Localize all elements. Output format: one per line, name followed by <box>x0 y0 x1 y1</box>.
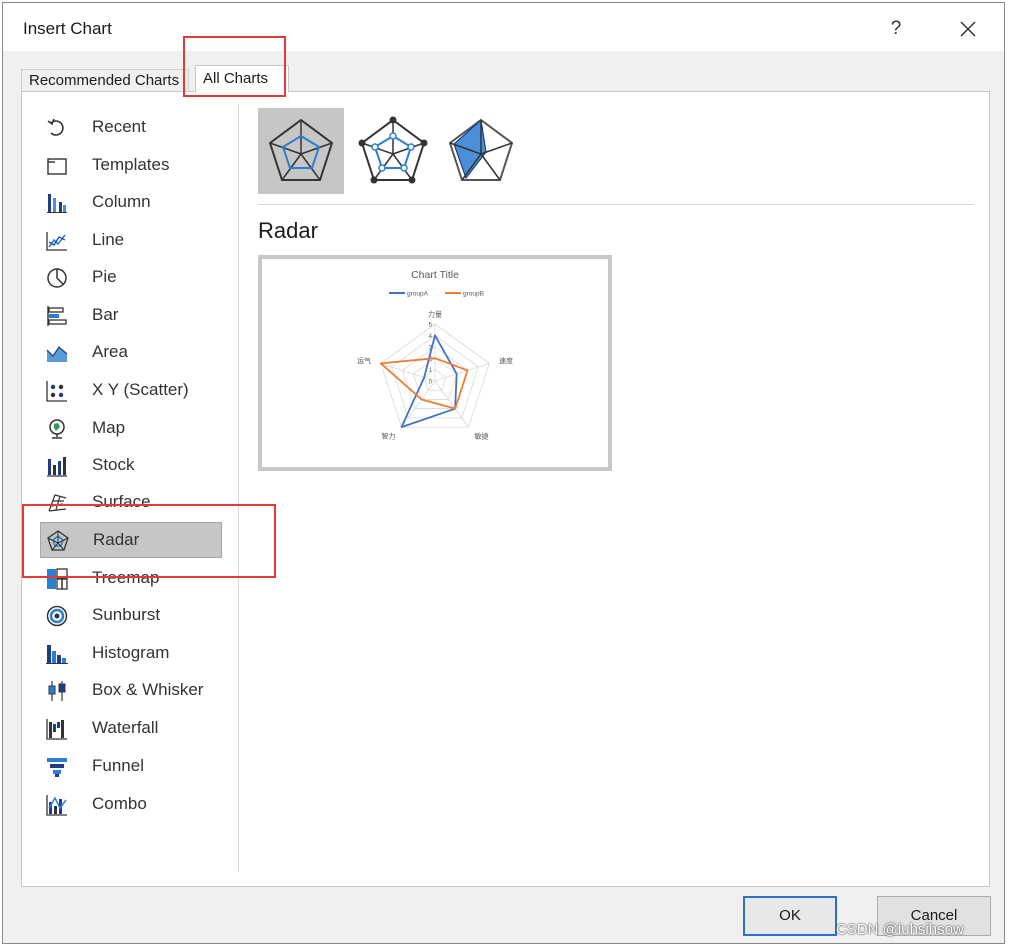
sidebar-item-label: Stock <box>92 455 135 474</box>
sidebar-item-label: Surface <box>92 492 151 511</box>
sidebar-item-bar[interactable]: Bar <box>40 298 220 332</box>
sidebar-item-recent[interactable]: Recent <box>40 110 220 144</box>
sidebar-item-label: Line <box>92 230 125 249</box>
column-chart-icon <box>47 194 67 213</box>
radar-grid <box>380 323 490 428</box>
sidebar-item-stock[interactable]: Stock <box>40 448 220 482</box>
sidebar-item-label: Pie <box>92 267 117 286</box>
close-button[interactable] <box>953 14 983 44</box>
sidebar-item-label: Histogram <box>92 643 170 662</box>
sunburst-chart-icon <box>46 605 68 627</box>
radar-chart-icon <box>47 530 69 551</box>
sidebar-item-label: Templates <box>92 155 170 174</box>
insert-chart-dialog: Insert Chart ? Recommended Charts All Ch… <box>2 2 1005 944</box>
legend-label: groupB <box>463 291 484 298</box>
sidebar-item-label: Column <box>92 192 151 211</box>
waterfall-chart-icon <box>46 719 67 740</box>
sidebar-item-funnel[interactable]: Funnel <box>40 749 220 783</box>
sidebar-item-label: Treemap <box>92 568 160 587</box>
funnel-chart-icon <box>47 758 67 777</box>
category-label: 速度 <box>499 356 513 365</box>
tab-all-charts[interactable]: All Charts <box>195 65 289 93</box>
sidebar-item-templates[interactable]: Templates <box>40 148 220 182</box>
stock-chart-icon <box>47 457 67 477</box>
tab-recommended-charts[interactable]: Recommended Charts <box>21 69 189 92</box>
sidebar-item-radar[interactable]: Radar <box>40 522 222 558</box>
chart-preview[interactable]: Chart Title groupA groupB 012345 力量 速度 敏捷 智力… <box>258 255 612 471</box>
tick-label: 1 <box>429 368 433 374</box>
subtype-radar-with-markers[interactable] <box>350 108 436 194</box>
sidebar-item-label: Box & Whisker <box>92 680 204 699</box>
gallery-divider <box>258 204 974 205</box>
category-label: 力量 <box>428 310 442 319</box>
sidebar-item-box-whisker[interactable]: Box & Whisker <box>40 673 220 707</box>
histogram-chart-icon <box>46 645 68 664</box>
sidebar-item-label: X Y (Scatter) <box>92 380 189 399</box>
title-bar: Insert Chart ? <box>3 3 1004 51</box>
combo-chart-icon <box>46 795 67 816</box>
tick-label: 5 <box>429 323 433 329</box>
dialog-title: Insert Chart <box>23 19 112 38</box>
templates-icon <box>47 158 67 175</box>
radar-icon <box>268 118 334 181</box>
map-chart-icon <box>49 419 65 439</box>
radar-with-markers-icon <box>358 116 428 184</box>
chart-legend: groupA groupB <box>389 291 484 298</box>
sidebar-item-surface[interactable]: Surface <box>40 485 220 519</box>
sidebar-item-label: Waterfall <box>92 718 159 737</box>
recent-icon <box>47 118 64 136</box>
sidebar-item-scatter[interactable]: X Y (Scatter) <box>40 373 220 407</box>
chart-title: Chart Title <box>411 269 459 281</box>
sidebar-item-label: Area <box>92 342 128 361</box>
filled-radar-icon <box>448 118 514 181</box>
legend-label: groupA <box>407 291 429 298</box>
area-chart-icon <box>46 346 68 362</box>
sidebar-item-sunburst[interactable]: Sunburst <box>40 598 220 632</box>
sidebar-item-label: Funnel <box>92 756 144 775</box>
preview-heading: Radar <box>258 218 318 243</box>
chart-type-list: Recent Templates Column Line Pie Bar Are… <box>22 104 239 872</box>
sidebar-item-histogram[interactable]: Histogram <box>40 636 220 670</box>
sidebar-item-map[interactable]: Map <box>40 411 220 445</box>
close-icon <box>960 21 976 37</box>
sidebar-item-combo[interactable]: Combo <box>40 787 220 821</box>
bar-chart-icon <box>47 306 67 326</box>
sidebar-item-label: Bar <box>92 305 119 324</box>
sidebar-item-area[interactable]: Area <box>40 335 220 369</box>
chart-selection-panel: Recent Templates Column Line Pie Bar Are… <box>21 91 990 887</box>
scatter-chart-icon <box>46 381 67 402</box>
category-label: 运气 <box>357 356 371 365</box>
ok-button[interactable]: OK <box>743 896 837 936</box>
sidebar-item-column[interactable]: Column <box>40 185 220 219</box>
pie-chart-icon <box>47 268 67 288</box>
radar-chart-preview: Chart Title groupA groupB 012345 力量速度敏捷智力… <box>357 269 513 440</box>
sidebar-item-pie[interactable]: Pie <box>40 260 220 294</box>
box-whisker-chart-icon <box>48 681 66 701</box>
sidebar-item-label: Radar <box>93 530 140 549</box>
category-label: 智力 <box>381 431 395 440</box>
subtype-radar[interactable] <box>258 108 344 194</box>
surface-chart-icon <box>48 494 67 512</box>
category-label: 敏捷 <box>475 431 489 440</box>
tick-label: 4 <box>429 334 433 340</box>
sidebar-item-label: Sunburst <box>92 605 161 624</box>
sidebar-item-label: Map <box>92 418 126 437</box>
help-button[interactable]: ? <box>881 14 911 44</box>
sidebar-item-treemap[interactable]: Treemap <box>40 561 220 595</box>
subtype-filled-radar[interactable] <box>438 108 524 194</box>
sidebar-item-line[interactable]: Line <box>40 223 220 257</box>
line-chart-icon <box>46 232 67 251</box>
sidebar-item-waterfall[interactable]: Waterfall <box>40 711 220 745</box>
treemap-chart-icon <box>47 568 68 590</box>
sidebar-item-label: Recent <box>92 117 146 136</box>
sidebar-item-label: Combo <box>92 794 147 813</box>
watermark: CSDN @iuhsihsow <box>836 921 964 938</box>
